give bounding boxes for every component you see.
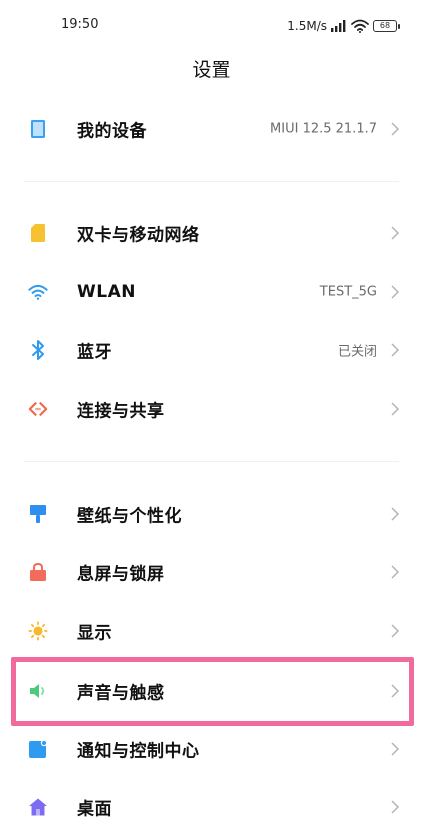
group-divider bbox=[24, 461, 399, 462]
chevron-right-icon bbox=[391, 565, 400, 579]
settings-item-connection-sharing[interactable]: 连接与共享 bbox=[0, 380, 423, 438]
sim-card-icon bbox=[28, 223, 48, 243]
settings-item-display[interactable]: 显示 bbox=[0, 602, 423, 660]
settings-item-label: 声音与触感 bbox=[77, 683, 165, 704]
settings-item-wlan[interactable]: WLAN TEST_5G bbox=[0, 263, 423, 321]
chevron-right-icon bbox=[391, 226, 400, 240]
paint-brush-icon bbox=[28, 504, 48, 524]
settings-item-sound[interactable]: 声音与触感 bbox=[0, 662, 423, 720]
chevron-right-icon bbox=[391, 507, 400, 521]
chevron-right-icon bbox=[391, 742, 400, 756]
home-icon bbox=[28, 797, 48, 817]
settings-item-label: 通知与控制中心 bbox=[77, 741, 200, 762]
settings-item-notification[interactable]: 通知与控制中心 bbox=[0, 720, 423, 778]
settings-item-sim-network[interactable]: 双卡与移动网络 bbox=[0, 204, 423, 262]
bluetooth-icon bbox=[28, 340, 48, 360]
chevron-right-icon bbox=[391, 800, 400, 814]
speaker-icon bbox=[28, 681, 48, 701]
settings-item-label: 显示 bbox=[77, 623, 112, 644]
settings-item-my-device[interactable]: 我的设备 MIUI 12.5 21.1.7 bbox=[0, 100, 423, 158]
status-indicators: 1.5M/s 68 bbox=[287, 16, 400, 36]
connection-share-icon bbox=[28, 399, 48, 419]
settings-item-label: 我的设备 bbox=[77, 121, 147, 142]
settings-item-label: 双卡与移动网络 bbox=[77, 225, 200, 246]
signal-bars-icon bbox=[331, 20, 346, 32]
settings-item-value: 已关闭 bbox=[337, 344, 377, 360]
settings-item-wallpaper[interactable]: 壁纸与个性化 bbox=[0, 485, 423, 543]
status-bar: 19:50 1.5M/s 68 bbox=[0, 0, 423, 56]
settings-item-label: WLAN bbox=[77, 282, 136, 302]
battery-level: 68 bbox=[379, 21, 391, 30]
settings-item-bluetooth[interactable]: 蓝牙 已关闭 bbox=[0, 321, 423, 379]
chevron-right-icon bbox=[391, 402, 400, 416]
settings-screen: 19:50 1.5M/s 68 设置 我的设备 MIUI 12.5 21.1.7… bbox=[0, 0, 423, 826]
settings-item-label: 蓝牙 bbox=[77, 342, 112, 363]
chevron-right-icon bbox=[391, 343, 400, 357]
settings-item-label: 息屏与锁屏 bbox=[77, 564, 165, 585]
settings-item-home-screen[interactable]: 桌面 bbox=[0, 778, 423, 826]
chevron-right-icon bbox=[391, 285, 400, 299]
sun-icon bbox=[28, 621, 48, 641]
notification-icon bbox=[28, 739, 48, 759]
status-time: 19:50 bbox=[61, 17, 99, 32]
lock-icon bbox=[28, 562, 48, 582]
group-divider bbox=[24, 181, 399, 182]
wifi-icon bbox=[28, 282, 48, 302]
wifi-icon bbox=[351, 19, 369, 33]
settings-item-label: 桌面 bbox=[77, 799, 112, 820]
chevron-right-icon bbox=[391, 684, 400, 698]
chevron-right-icon bbox=[391, 122, 400, 136]
settings-item-label: 壁纸与个性化 bbox=[77, 506, 182, 527]
settings-item-lock-screen[interactable]: 息屏与锁屏 bbox=[0, 543, 423, 601]
battery-icon: 68 bbox=[373, 20, 400, 32]
page-title: 设置 bbox=[192, 59, 231, 81]
settings-item-label: 连接与共享 bbox=[77, 401, 165, 422]
network-speed: 1.5M/s bbox=[287, 19, 327, 33]
chevron-right-icon bbox=[391, 624, 400, 638]
phone-device-icon bbox=[28, 119, 48, 139]
settings-item-value: TEST_5G bbox=[319, 284, 377, 300]
settings-item-value: MIUI 12.5 21.1.7 bbox=[270, 121, 377, 137]
